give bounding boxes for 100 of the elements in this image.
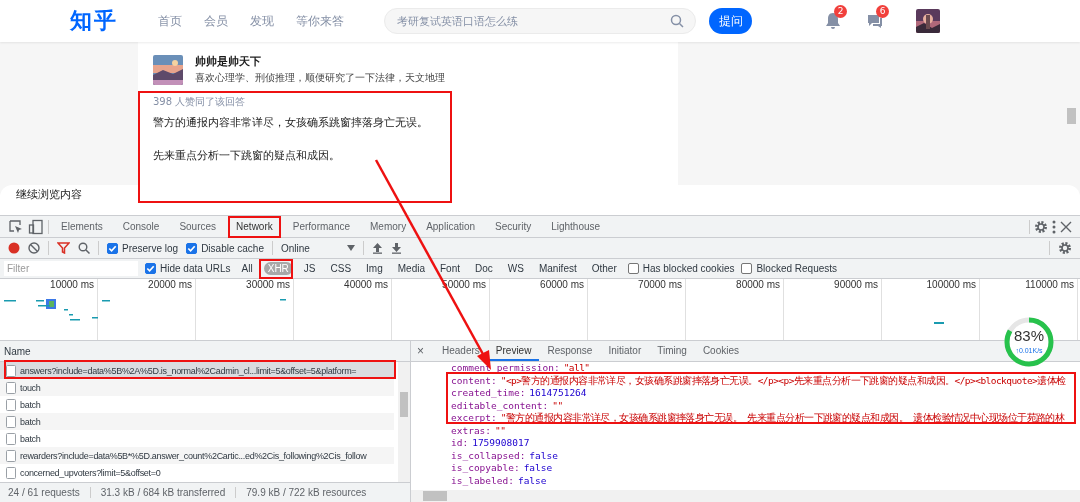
property-value: "" (552, 399, 563, 412)
scrollbar[interactable] (1067, 108, 1076, 124)
property-key: extras: (451, 424, 492, 437)
ask-button[interactable]: 提问 (709, 8, 752, 34)
timeline-tick: 20000 ms (148, 279, 192, 290)
bell-icon[interactable] (824, 12, 842, 30)
search-icon[interactable] (78, 242, 90, 254)
type-filter-button[interactable]: Img (362, 262, 387, 275)
devtools-tab[interactable]: Memory (362, 215, 415, 238)
timeline-tick: 30000 ms (246, 279, 290, 290)
notification-badge: 2 (834, 5, 847, 18)
detail-tab[interactable]: Cookies (694, 341, 747, 361)
disable-cache-checkbox[interactable]: Disable cache (186, 242, 264, 254)
cpu-percent: 83% (1013, 327, 1045, 344)
request-row[interactable]: touch (0, 379, 394, 396)
answer-paragraph: 先来重点分析一下跳窗的疑点和成因。 (153, 148, 341, 163)
devtools-tab[interactable]: Security (487, 215, 540, 238)
property-value: 1614751264 (529, 387, 587, 400)
property-key: comment_permission: (451, 362, 560, 375)
highlight-box (259, 259, 293, 279)
record-button[interactable] (8, 242, 20, 254)
close-button[interactable]: × (417, 344, 434, 358)
file-icon (6, 364, 16, 377)
type-filter-button[interactable]: Other (587, 262, 621, 275)
property-key: is_labeled: (451, 474, 514, 487)
caret-icon[interactable] (346, 245, 355, 251)
timeline-tick: 110000 ms (1025, 279, 1074, 290)
property-key: created_time: (451, 387, 526, 400)
property-value: "" (495, 424, 506, 437)
devtools-tab[interactable]: Console (114, 215, 168, 238)
file-icon (6, 398, 16, 411)
property-value: "all" (563, 362, 590, 375)
download-icon[interactable] (390, 242, 402, 254)
upload-icon[interactable] (371, 242, 383, 254)
timeline-tick: 90000 ms (834, 279, 878, 290)
file-icon (6, 415, 16, 428)
device-icon[interactable] (28, 218, 44, 235)
property-key: editable_content: (451, 399, 549, 412)
settings-icon[interactable] (1034, 219, 1048, 234)
inspect-icon[interactable] (8, 218, 24, 235)
clear-icon[interactable] (28, 242, 40, 254)
chat-icon[interactable] (866, 12, 884, 30)
answer-paragraph: 警方的通报内容非常详尽，女孩确系跳窗摔落身亡无误。 (153, 115, 429, 130)
column-header[interactable]: Name (4, 345, 31, 357)
type-filter-button[interactable]: JS (299, 262, 320, 275)
request-row[interactable]: concerned_upvoters?limit=5&offset=0 (0, 464, 394, 481)
type-filter-button[interactable]: Font (436, 262, 464, 275)
throttling-dropdown[interactable]: Online (280, 242, 339, 254)
type-filter-button[interactable]: CSS (326, 262, 356, 275)
detail-tab[interactable]: Timing (649, 341, 695, 361)
request-row[interactable]: batch (0, 413, 394, 430)
property-key: is_collapsed: (451, 449, 526, 462)
property-value: 1759908017 (472, 437, 530, 450)
request-row[interactable]: batch (0, 396, 394, 413)
author-name[interactable]: 帅帅是帅天下 (195, 54, 445, 69)
type-filter-button[interactable]: WS (503, 262, 528, 275)
property-key: content: (451, 374, 497, 387)
scrollbar[interactable] (411, 490, 1080, 502)
search-field[interactable]: 考研复试英语口语怎么练 (384, 8, 696, 34)
search-icon[interactable] (670, 14, 684, 28)
scrollbar[interactable] (398, 362, 410, 482)
devtools-tab[interactable]: Performance (284, 215, 358, 238)
type-filter-button[interactable]: Doc (471, 262, 497, 275)
more-icon[interactable] (1052, 219, 1056, 234)
timeline-tick: 80000 ms (736, 279, 780, 290)
devtools-tab[interactable]: Application (418, 215, 484, 238)
timeline-tick: 40000 ms (344, 279, 388, 290)
property-key: excerpt: (451, 412, 497, 425)
property-key: id: (451, 437, 469, 450)
detail-tab[interactable]: Headers (434, 341, 488, 361)
request-row[interactable]: batch (0, 430, 394, 447)
detail-tab[interactable]: Response (539, 341, 601, 361)
continue-reading-link[interactable]: 继续浏览内容 (16, 186, 82, 202)
filter-field[interactable]: Filter (4, 261, 138, 276)
devtools-tab[interactable]: Sources (171, 215, 225, 238)
property-key: is_copyable: (451, 462, 520, 475)
file-icon (6, 432, 16, 445)
file-icon (6, 381, 16, 394)
file-icon (6, 449, 16, 462)
highlight-box (228, 216, 281, 238)
message-badge: 6 (876, 5, 889, 18)
timeline-tick: 100000 ms (926, 279, 976, 290)
close-icon[interactable] (1060, 220, 1072, 233)
logo[interactable]: 知乎 (70, 6, 118, 36)
blocked-requests-checkbox[interactable]: Blocked Requests (741, 263, 838, 274)
hide-data-urls-checkbox[interactable]: Hide data URLs (145, 263, 231, 274)
request-row[interactable]: rewarders?include=data%5B*%5D.answer_count%2Cartic...ed%2Cis_following%2Cis_follow (0, 447, 394, 464)
type-filter-button[interactable]: All (237, 262, 257, 275)
type-filter-button[interactable]: Manifest (534, 262, 581, 275)
devtools-tab[interactable]: Elements (53, 215, 111, 238)
settings-icon[interactable] (1058, 241, 1072, 255)
devtools-tab[interactable]: Lighthouse (543, 215, 609, 238)
preserve-log-checkbox[interactable]: Preserve log (107, 242, 179, 254)
file-icon (6, 466, 16, 479)
blocked-cookies-checkbox[interactable]: Has blocked cookies (627, 263, 735, 274)
property-value: "<p>警方的通报内容非常详尽，女孩确系跳窗摔落身亡无误。</p><p>先来重点分析一下跳窗的疑点和成因。</p><blockquote>遗体检 (500, 374, 1066, 387)
filter-icon[interactable] (57, 242, 70, 254)
type-filter-button[interactable]: Media (393, 262, 429, 275)
detail-tab[interactable]: Initiator (600, 341, 650, 361)
checkmark-icon (145, 263, 156, 274)
